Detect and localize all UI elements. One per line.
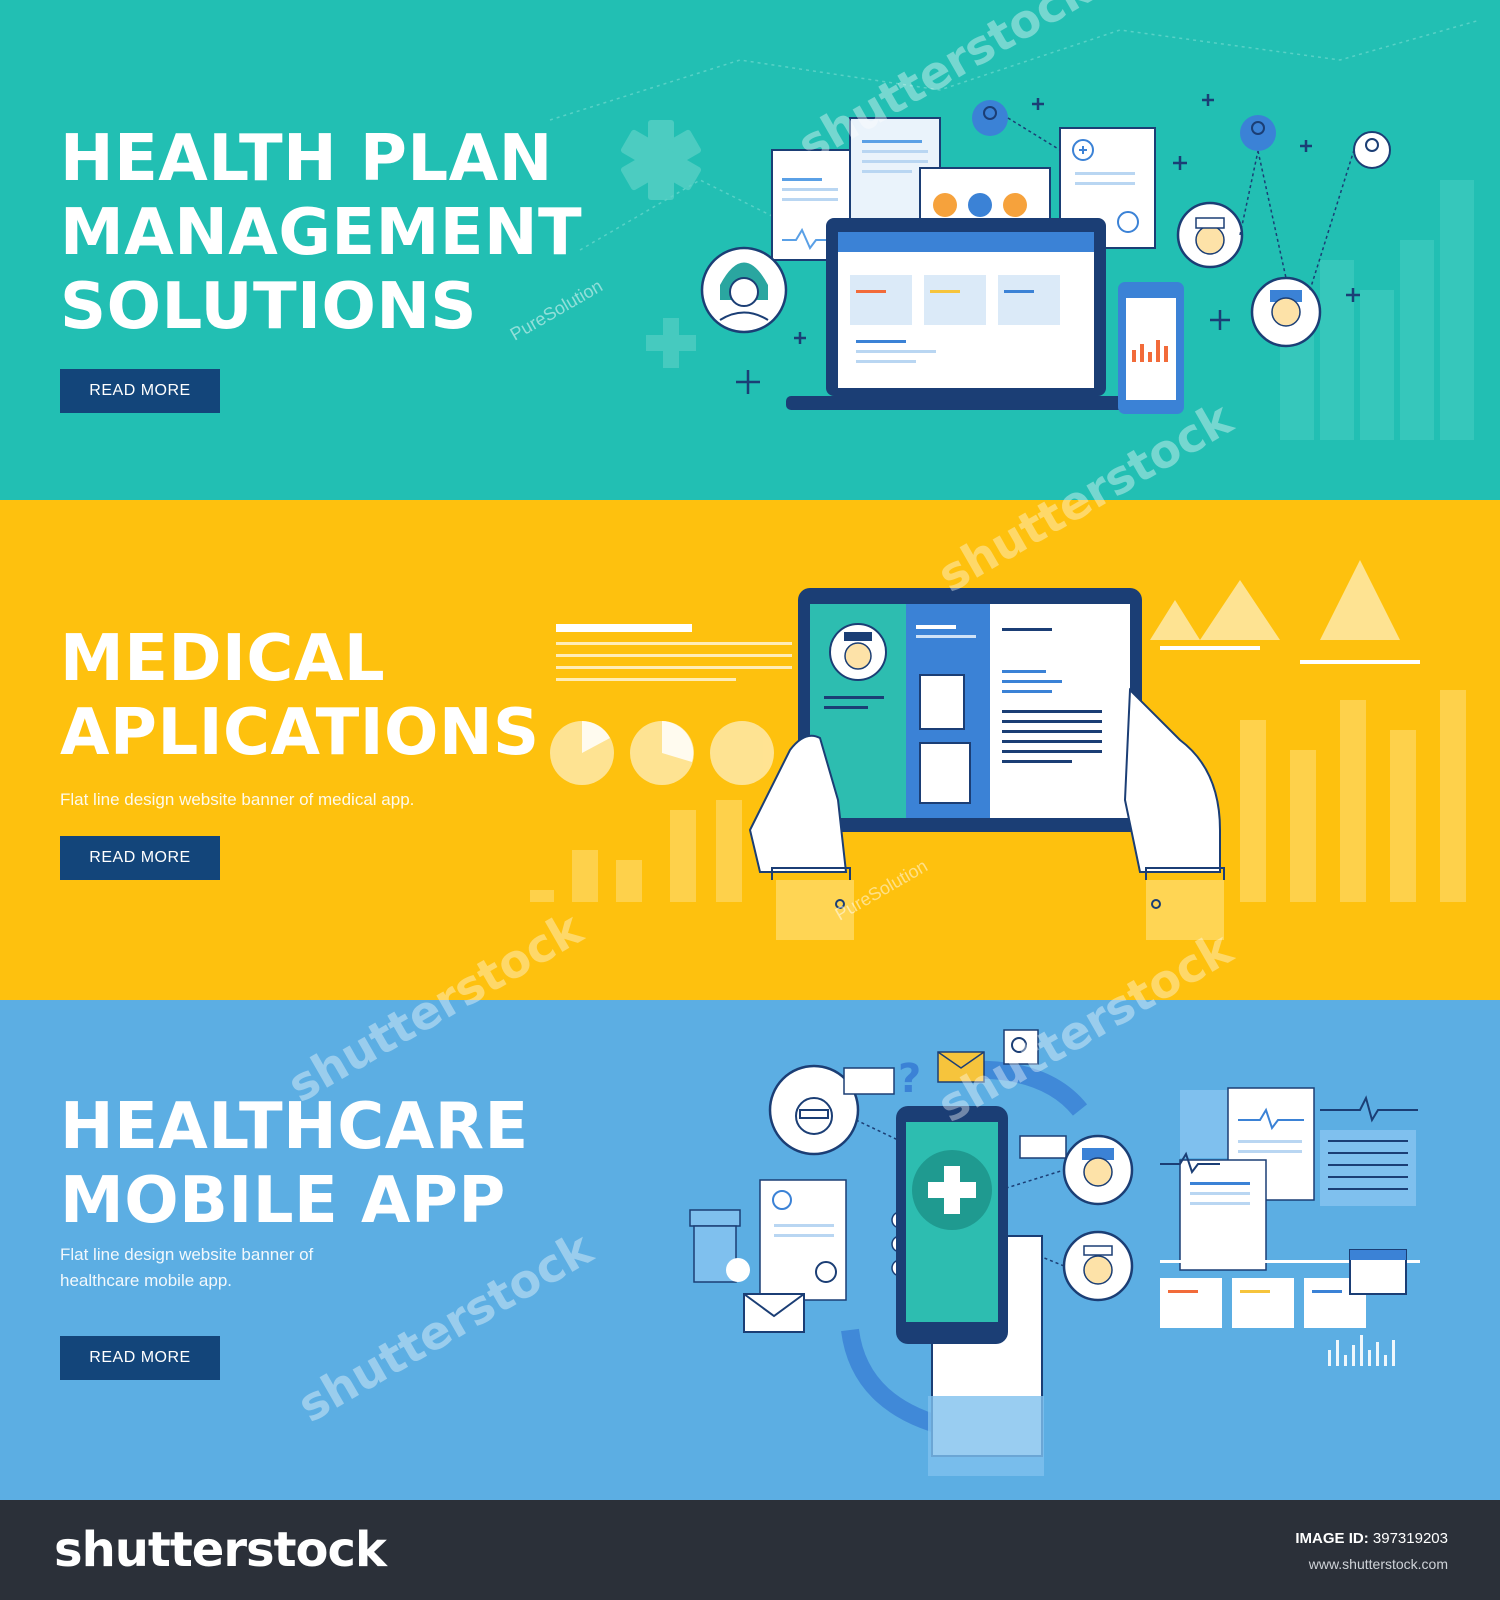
laptop-icon xyxy=(786,218,1146,410)
banner-headline: MEDICAL APLICATIONS xyxy=(60,622,540,770)
user-avatar-woman xyxy=(700,246,788,334)
document-icon xyxy=(1179,1087,1315,1271)
subtext-line: healthcare mobile app. xyxy=(60,1271,233,1290)
headline-line: HEALTHCARE xyxy=(60,1090,529,1164)
health-plan-banner: HEALTH PLAN MANAGEMENT SOLUTIONS READ MO… xyxy=(0,0,1500,500)
nurse-avatar xyxy=(1176,201,1244,269)
subtext-line: Flat line design website banner of medic… xyxy=(60,790,415,809)
medical-document-icon xyxy=(759,1179,847,1301)
headline-line: HEALTH PLAN xyxy=(60,122,553,196)
banner-headline: HEALTH PLAN MANAGEMENT SOLUTIONS xyxy=(60,122,582,344)
banner-headline: HEALTHCARE MOBILE APP xyxy=(60,1090,529,1238)
user-icon xyxy=(1353,131,1391,169)
headline-line: APLICATIONS xyxy=(60,696,540,770)
medical-applications-banner: MEDICAL APLICATIONS Flat line design web… xyxy=(0,500,1500,1000)
image-id-value: 397319203 xyxy=(1372,1530,1448,1547)
health-plan-illustration xyxy=(549,19,1481,440)
headline-line: SOLUTIONS xyxy=(60,270,477,344)
stock-footer: shutterstock IMAGE ID: 397319203 www.shu… xyxy=(0,1500,1500,1600)
smartphone-icon xyxy=(896,1106,1008,1344)
headline-line: MEDICAL xyxy=(60,622,386,696)
triangle-chart-icons xyxy=(1150,560,1400,640)
nurse-avatar xyxy=(1062,1230,1134,1302)
headline-line: MOBILE APP xyxy=(60,1164,506,1238)
star-of-life-icon xyxy=(620,120,702,200)
mail-icon xyxy=(937,1051,985,1083)
doctor-avatar xyxy=(1062,1134,1134,1206)
banner-subtext: Flat line design website banner of medic… xyxy=(60,787,414,813)
image-id: IMAGE ID: 397319203 xyxy=(1295,1530,1448,1547)
read-more-button[interactable]: READ MORE xyxy=(60,836,220,880)
user-icon xyxy=(1240,115,1276,151)
headline-line: MANAGEMENT xyxy=(60,196,583,270)
mail-icon xyxy=(743,1293,805,1333)
shutterstock-logo: shutterstock xyxy=(54,1522,387,1578)
medical-app-illustration xyxy=(530,560,1466,940)
pill-bottle-icon xyxy=(689,1209,750,1283)
mobile-app-illustration: ? xyxy=(689,1029,1420,1476)
table-document xyxy=(1320,1130,1416,1206)
svg-text:?: ? xyxy=(898,1056,921,1102)
chat-bubble-icon xyxy=(1019,1135,1067,1159)
chat-bubble-icon xyxy=(843,1067,895,1095)
banner-subtext: Flat line design website banner of healt… xyxy=(60,1242,313,1294)
subtext-line: Flat line design website banner of xyxy=(60,1245,314,1264)
healthcare-mobile-app-banner: ? HEALTHCARE MOBILE APP Flat line design… xyxy=(0,1000,1500,1500)
read-more-button[interactable]: READ MORE xyxy=(60,369,220,413)
read-more-button[interactable]: READ MORE xyxy=(60,1336,220,1380)
smartphone-icon xyxy=(1118,282,1184,414)
tablet-icon xyxy=(798,588,1142,832)
calendar-icon xyxy=(1349,1249,1407,1295)
right-hand-icon xyxy=(1123,687,1225,940)
site-url: www.shutterstock.com xyxy=(1308,1556,1448,1572)
image-id-label: IMAGE ID: xyxy=(1295,1530,1369,1547)
user-icon xyxy=(972,100,1008,136)
search-icon xyxy=(1003,1029,1039,1065)
